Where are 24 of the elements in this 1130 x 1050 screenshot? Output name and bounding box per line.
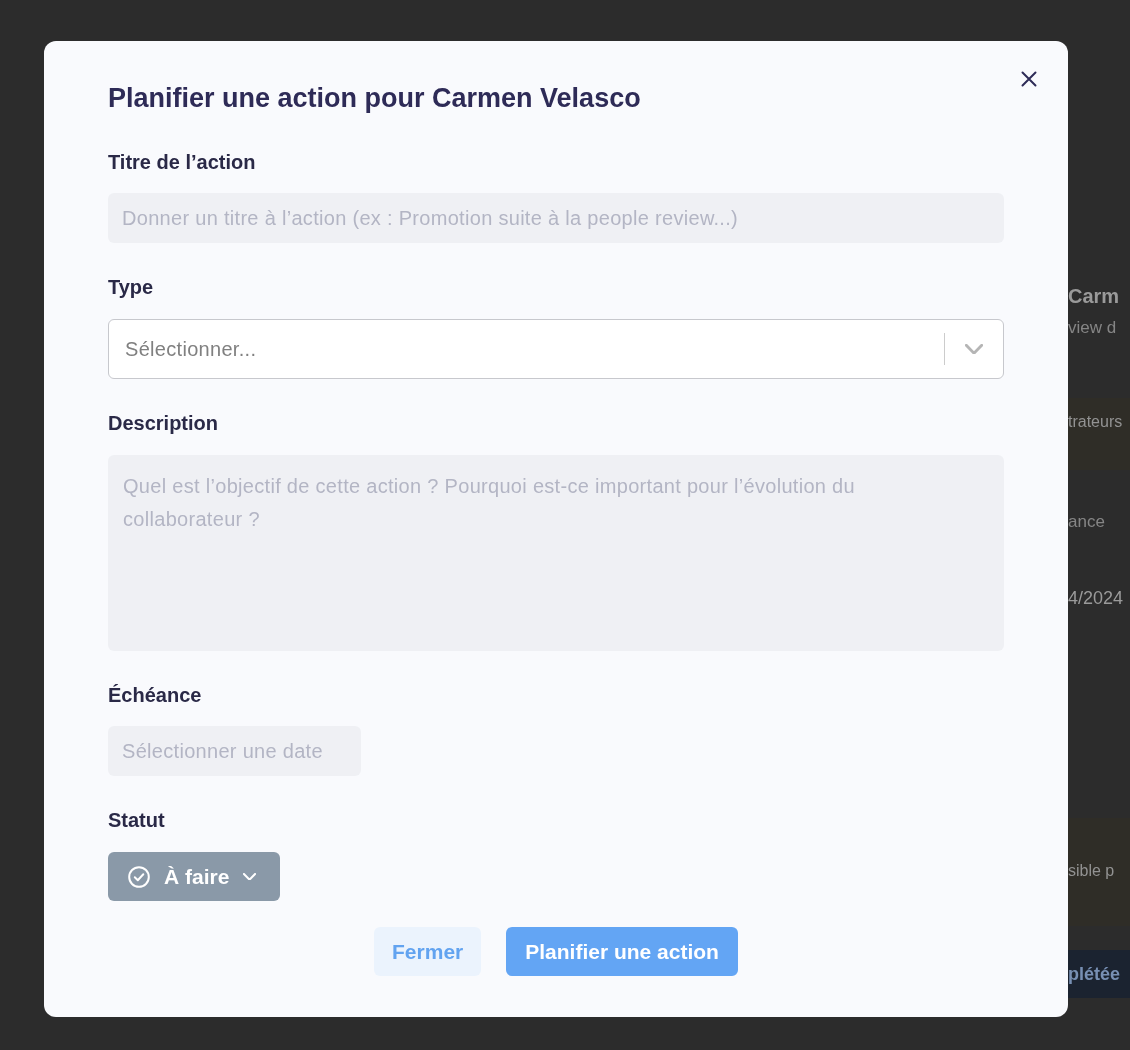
notice-banner: sible p (1068, 818, 1130, 926)
chevron-down-icon (243, 872, 257, 881)
description-field[interactable]: Quel est l’objectif de cette action ? Pourquoi est-ce important pour l’évolution du collaborateur ? (108, 455, 1004, 651)
field-label: Statut (108, 808, 165, 832)
field-label: Type (108, 275, 154, 299)
close-icon (1021, 71, 1037, 87)
subtitle-text: view d (1068, 317, 1117, 339)
check-circle-icon (128, 865, 150, 888)
title-input-field[interactable]: Donner un titre à l’action (ex : Promotion suite à la people review...) (108, 193, 1004, 243)
field-label: Titre de l’action (108, 150, 256, 174)
action-button[interactable]: plétée (1068, 950, 1130, 998)
date-input-field[interactable]: Sélectionner une date (108, 726, 361, 776)
notice-banner: trateurs (1068, 398, 1130, 470)
dialog-title: Planifier une action pour Carmen Velasco (108, 82, 641, 114)
date-text: 4/2024 (1068, 587, 1124, 610)
submit-button[interactable]: Planifier une action (506, 927, 738, 976)
field-label: Description (108, 411, 219, 435)
field-label: Échéance (108, 683, 202, 707)
chevron-down-icon (965, 343, 983, 355)
person-name: Carm (1068, 284, 1120, 309)
cancel-button[interactable]: Fermer (374, 927, 482, 976)
field-label: ance (1068, 511, 1105, 533)
status-dropdown[interactable]: À faire (108, 852, 281, 901)
type-select[interactable]: Sélectionner... (108, 319, 1004, 379)
